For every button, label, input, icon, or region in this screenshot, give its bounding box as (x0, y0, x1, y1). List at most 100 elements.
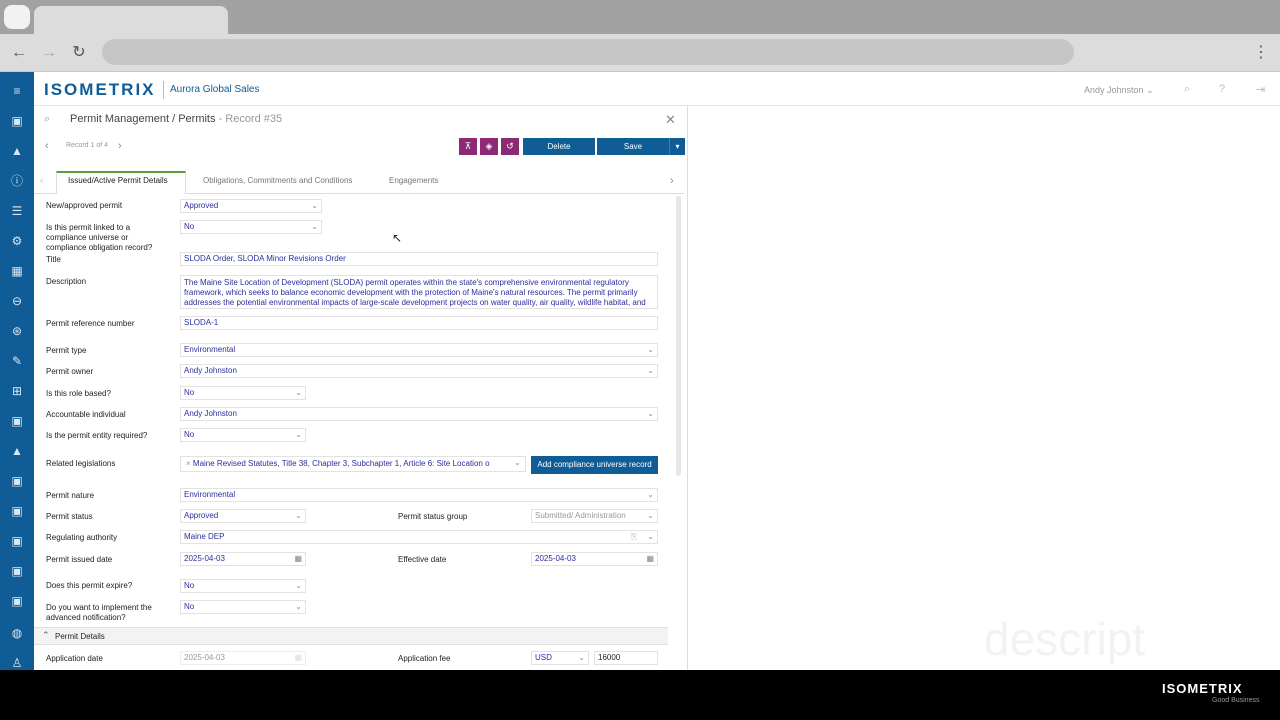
address-bar[interactable] (102, 39, 1074, 65)
fee-input[interactable]: 16000 (594, 651, 658, 665)
footer-logo: ISOMETRIX (1162, 681, 1243, 696)
company-name[interactable]: Aurora Global Sales (170, 84, 260, 95)
next-record-icon[interactable]: › (118, 140, 122, 152)
search-icon[interactable]: ⌕ (44, 113, 50, 126)
new-approved-select[interactable]: Approved ⌄ (180, 199, 322, 213)
mouse-cursor: ↖ (392, 231, 403, 245)
hazard-icon[interactable]: ⊛ (8, 322, 26, 340)
edit-icon[interactable]: ✎ (8, 352, 26, 370)
workflow-icon[interactable]: ↺ (501, 138, 519, 155)
warning-icon[interactable]: ▲ (8, 442, 26, 460)
ref-input[interactable]: SLODA-1 (180, 316, 658, 330)
nature-label: Permit nature (46, 491, 95, 500)
tab-issued-details[interactable]: Issued/Active Permit Details (68, 176, 168, 185)
tab-obligations[interactable]: Obligations, Commitments and Conditions (203, 176, 352, 185)
module-icon-3[interactable]: ▣ (8, 502, 26, 520)
chevron-down-icon: ⌄ (647, 366, 654, 375)
notification-label: Do you want to implement the advanced no… (46, 603, 152, 622)
footer-tagline: Good Business (1212, 697, 1260, 704)
calendar-icon[interactable]: ▦ (646, 553, 654, 565)
user-menu[interactable]: Andy Johnston ⌄ (1084, 85, 1154, 96)
entity-label: Is the permit entity required? (46, 431, 148, 440)
gear-icon[interactable]: ⚙ (8, 232, 26, 250)
browser-menu-icon[interactable]: ⋮ (1252, 42, 1270, 64)
layers-icon[interactable]: ◈ (480, 138, 498, 155)
tabs-scroll-right-icon[interactable]: › (670, 175, 674, 187)
owner-label: Permit owner (46, 367, 94, 376)
role-select[interactable]: No ⌄ (180, 386, 306, 400)
risk-icon[interactable]: ▲ (8, 142, 26, 160)
role-label: Is this role based? (46, 389, 111, 398)
module-icon-5[interactable]: ▣ (8, 562, 26, 580)
type-select[interactable]: Environmental ⌄ (180, 343, 658, 357)
link-icon[interactable]: ⎘ (631, 531, 637, 543)
chevron-down-icon: ⌄ (295, 581, 302, 590)
prev-record-icon[interactable]: ‹ (45, 140, 49, 152)
home-icon[interactable]: ▣ (8, 112, 26, 130)
owner-select[interactable]: Andy Johnston ⌄ (180, 364, 658, 378)
description-label: Description (46, 277, 87, 286)
breadcrumb-path[interactable]: Permit Management / Permits (70, 113, 216, 125)
legislation-multiselect[interactable]: × Maine Revised Statutes, Title 38, Chap… (180, 456, 526, 472)
status-value: Approved (184, 511, 219, 520)
title-input[interactable]: SLODA Order, SLODA Minor Revisions Order (180, 252, 658, 266)
issued-date-input[interactable]: 2025-04-03 ▦ (180, 552, 306, 566)
app-date-value: 2025-04-03 (184, 653, 225, 662)
nature-value: Environmental (184, 490, 236, 499)
chevron-down-icon: ⌄ (295, 430, 302, 439)
module-icon[interactable]: ▣ (8, 412, 26, 430)
hierarchy-icon[interactable]: ⊼ (459, 138, 477, 155)
chevron-down-icon[interactable]: ⌄ (514, 458, 521, 467)
permit-details-section-header[interactable] (34, 627, 668, 645)
remove-chip-icon[interactable]: × (186, 459, 193, 468)
chevron-down-icon: ⌄ (578, 653, 585, 662)
browser-tab[interactable] (34, 6, 228, 34)
search-icon[interactable]: ⌕ (1184, 83, 1190, 96)
entity-select[interactable]: No ⌄ (180, 428, 306, 442)
form-scrollbar[interactable] (676, 196, 681, 476)
linked-select[interactable]: No ⌄ (180, 220, 322, 234)
browser-tab-dot[interactable] (4, 5, 30, 29)
chevron-down-icon: ⌄ (647, 409, 654, 418)
globe-icon[interactable]: ◍ (8, 624, 26, 642)
save-button[interactable]: Save (597, 138, 669, 155)
expire-select[interactable]: No ⌄ (180, 579, 306, 593)
settings-sliders-icon[interactable]: ☰ (8, 202, 26, 220)
status-select[interactable]: Approved ⌄ (180, 509, 306, 523)
audit-icon[interactable]: ⊞ (8, 382, 26, 400)
description-textarea[interactable]: The Maine Site Location of Development (… (180, 275, 658, 309)
calendar-icon[interactable]: ▦ (294, 553, 302, 565)
close-icon[interactable]: ✕ (665, 112, 676, 128)
role-value: No (184, 388, 195, 397)
record-id: - Record #35 (215, 113, 283, 125)
menu-icon[interactable]: ≡ (8, 82, 26, 100)
calendar-icon[interactable]: ▦ (8, 262, 26, 280)
tabs-scroll-left-icon[interactable]: ‹ (40, 175, 44, 187)
stop-icon[interactable]: ⊖ (8, 292, 26, 310)
module-icon-4[interactable]: ▣ (8, 532, 26, 550)
help-icon[interactable]: ? (1219, 83, 1225, 95)
video-footer-bar (0, 670, 1280, 720)
reload-icon[interactable]: ↻ (68, 42, 90, 64)
module-icon-6[interactable]: ▣ (8, 592, 26, 610)
notification-select[interactable]: No ⌄ (180, 600, 306, 614)
app-date-input: 2025-04-03 ▦ (180, 651, 306, 665)
save-options-icon[interactable]: ▾ (669, 138, 685, 155)
new-approved-label: New/approved permit (46, 201, 123, 210)
currency-select[interactable]: USD ⌄ (531, 651, 589, 665)
module-icon-2[interactable]: ▣ (8, 472, 26, 490)
chevron-up-icon[interactable]: ⌃ (42, 630, 50, 641)
forward-icon[interactable]: → (38, 42, 60, 64)
chevron-down-icon: ⌄ (647, 490, 654, 499)
nature-select[interactable]: Environmental ⌄ (180, 488, 658, 502)
effective-label: Effective date (398, 555, 447, 564)
effective-date-input[interactable]: 2025-04-03 ▦ (531, 552, 658, 566)
tab-engagements[interactable]: Engagements (389, 176, 438, 185)
add-compliance-button[interactable]: Add compliance universe record (531, 456, 658, 474)
authority-select[interactable]: Maine DEP ⎘ ⌄ (180, 530, 658, 544)
info-icon[interactable]: ⓘ (8, 172, 26, 190)
back-icon[interactable]: ← (8, 42, 30, 64)
delete-button[interactable]: Delete (523, 138, 595, 155)
accountable-select[interactable]: Andy Johnston ⌄ (180, 407, 658, 421)
logout-icon[interactable]: ⇥ (1256, 83, 1265, 96)
